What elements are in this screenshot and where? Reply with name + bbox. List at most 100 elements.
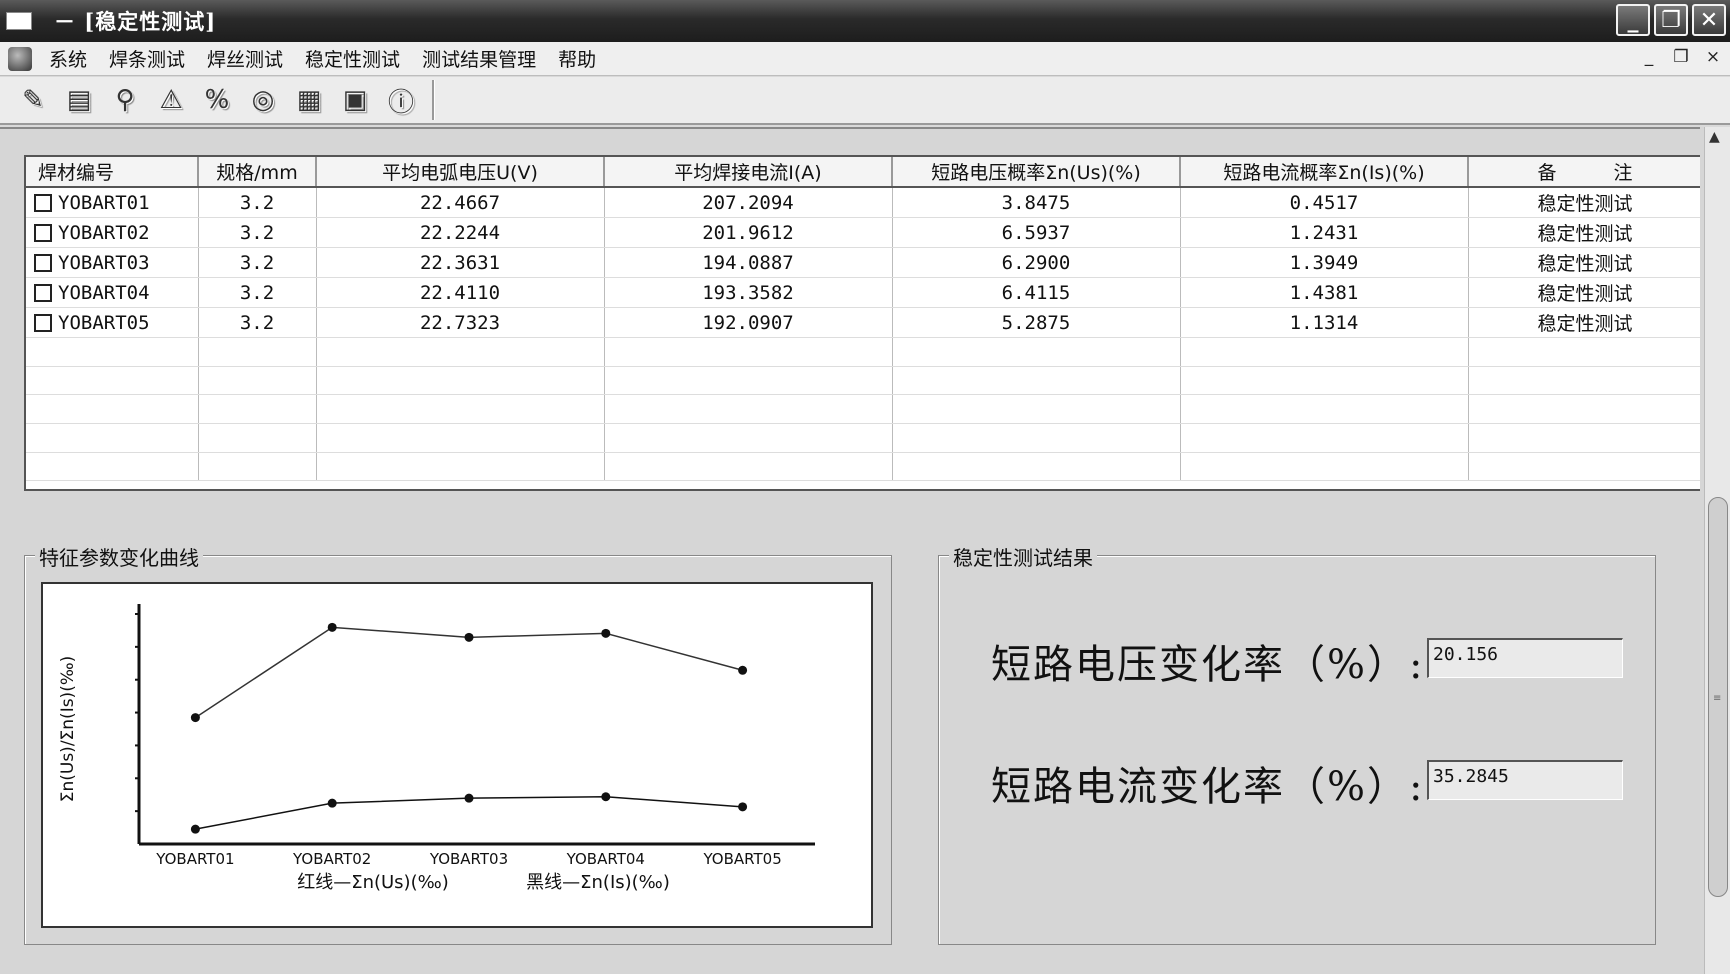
folder-icon[interactable]: ▤ [60,81,98,119]
empty-row[interactable] [26,423,1700,453]
table-cell[interactable] [26,423,199,453]
menu-help[interactable]: 帮助 [547,45,607,72]
table-cell[interactable]: 194.0887 [604,247,893,278]
menu-electrode-test[interactable]: 焊条测试 [98,45,196,72]
table-cell[interactable] [604,394,893,425]
table-cell[interactable] [892,337,1181,367]
app-icon[interactable] [6,12,32,30]
col-header[interactable]: 短路电流概率Σn(Is)(%) [1180,157,1469,188]
table-cell[interactable]: 3.2 [198,187,317,218]
table-cell[interactable] [1180,366,1469,396]
table-cell[interactable] [26,366,199,396]
cell-material-id[interactable]: YOBART01 [26,187,199,218]
results-table[interactable]: 焊材编号 规格/mm 平均电弧电压U(V) 平均焊接电流I(A) 短路电压概率Σ… [24,155,1700,491]
table-cell[interactable] [1468,337,1700,367]
table-cell[interactable] [604,337,893,367]
maximize-button[interactable]: ❐ [1654,4,1688,36]
col-header[interactable]: 短路电压概率Σn(Us)(%) [892,157,1181,188]
table-cell[interactable]: 3.2 [198,277,317,308]
table-cell[interactable] [604,452,893,482]
table-row[interactable]: YOBART04 3.2 22.4110 193.3582 6.4115 1.4381 稳定… [26,277,1700,308]
table-cell[interactable]: 1.3949 [1180,247,1469,278]
table-cell[interactable]: 0.4517 [1180,187,1469,218]
table-cell[interactable]: 稳定性测试 [1468,187,1700,218]
table-cell[interactable] [26,337,199,367]
table-cell[interactable]: 1.2431 [1180,217,1469,248]
vertical-scrollbar[interactable]: ▲ ≡ [1704,127,1730,974]
row-checkbox[interactable] [34,284,52,302]
table-row[interactable]: YOBART05 3.2 22.7323 192.0907 5.2875 1.1314 稳定… [26,307,1700,338]
table-cell[interactable] [198,423,317,453]
search-icon[interactable]: ⚲ [106,81,144,119]
table-cell[interactable]: 22.7323 [316,307,605,338]
table-cell[interactable] [1468,423,1700,453]
mdi-minimize-button[interactable]: _ [1638,47,1660,67]
table-cell[interactable]: 193.3582 [604,277,893,308]
col-header[interactable]: 焊材编号 [26,157,199,188]
table-cell[interactable]: 1.4381 [1180,277,1469,308]
table-cell[interactable]: 5.2875 [892,307,1181,338]
table-cell[interactable]: 稳定性测试 [1468,217,1700,248]
empty-row[interactable] [26,394,1700,425]
scroll-up-icon[interactable]: ▲ [1709,129,1720,145]
cell-material-id[interactable]: YOBART04 [26,277,199,308]
table-cell[interactable]: 207.2094 [604,187,893,218]
table-cell[interactable]: 3.2 [198,247,317,278]
table-cell[interactable] [198,366,317,396]
menu-result-management[interactable]: 测试结果管理 [411,45,547,72]
table-cell[interactable] [26,394,199,425]
table-cell[interactable] [1180,394,1469,425]
cell-material-id[interactable]: YOBART02 [26,217,199,248]
table-cell[interactable]: 3.8475 [892,187,1181,218]
table-cell[interactable]: 稳定性测试 [1468,247,1700,278]
table-cell[interactable] [26,452,199,482]
col-header[interactable]: 规格/mm [198,157,317,188]
table-cell[interactable]: 3.2 [198,307,317,338]
cycle-icon[interactable]: ◎ [244,81,282,119]
table-cell[interactable]: 22.3631 [316,247,605,278]
table-cell[interactable] [892,423,1181,453]
table-cell[interactable] [892,394,1181,425]
table-cell[interactable]: 稳定性测试 [1468,307,1700,338]
table-cell[interactable] [198,337,317,367]
table-cell[interactable] [892,452,1181,482]
table-cell[interactable] [1180,337,1469,367]
instrument-icon[interactable]: ⚠ [152,81,190,119]
minimize-button[interactable]: _ [1616,4,1650,36]
table-cell[interactable] [604,366,893,396]
table-row[interactable]: YOBART01 3.2 22.4667 207.2094 3.8475 0.4517 稳定… [26,187,1700,218]
table-cell[interactable]: 6.4115 [892,277,1181,308]
table-cell[interactable] [604,423,893,453]
menu-stability-test[interactable]: 稳定性测试 [294,45,411,72]
menu-system[interactable]: 系统 [38,45,98,72]
table-cell[interactable]: 22.4110 [316,277,605,308]
table-cell[interactable] [1180,423,1469,453]
row-checkbox[interactable] [34,254,52,272]
table-cell[interactable] [198,394,317,425]
table-cell[interactable] [316,366,605,396]
percent-icon[interactable]: % [198,81,236,119]
edit-icon[interactable]: ✎ [14,81,52,119]
mdi-close-button[interactable]: × [1702,47,1724,67]
table-cell[interactable] [316,394,605,425]
table-row[interactable]: YOBART03 3.2 22.3631 194.0887 6.2900 1.3949 稳定… [26,247,1700,278]
row-checkbox[interactable] [34,194,52,212]
table-cell[interactable]: 22.4667 [316,187,605,218]
table-cell[interactable]: 1.1314 [1180,307,1469,338]
cell-material-id[interactable]: YOBART05 [26,307,199,338]
table-cell[interactable] [316,452,605,482]
table-cell[interactable]: 3.2 [198,217,317,248]
col-header[interactable]: 平均电弧电压U(V) [316,157,605,188]
menu-wire-test[interactable]: 焊丝测试 [196,45,294,72]
export-icon[interactable]: ▣ [336,81,374,119]
table-cell[interactable] [1468,366,1700,396]
voltage-change-field[interactable]: 20.156 [1427,638,1623,678]
mdi-restore-button[interactable]: ❐ [1670,47,1692,67]
empty-row[interactable] [26,337,1700,367]
close-button[interactable]: ✕ [1692,4,1726,36]
empty-row[interactable] [26,366,1700,396]
info-icon[interactable]: ⓘ [382,81,420,119]
row-checkbox[interactable] [34,314,52,332]
current-change-field[interactable]: 35.2845 [1427,760,1623,800]
col-header[interactable]: 平均焊接电流I(A) [604,157,893,188]
